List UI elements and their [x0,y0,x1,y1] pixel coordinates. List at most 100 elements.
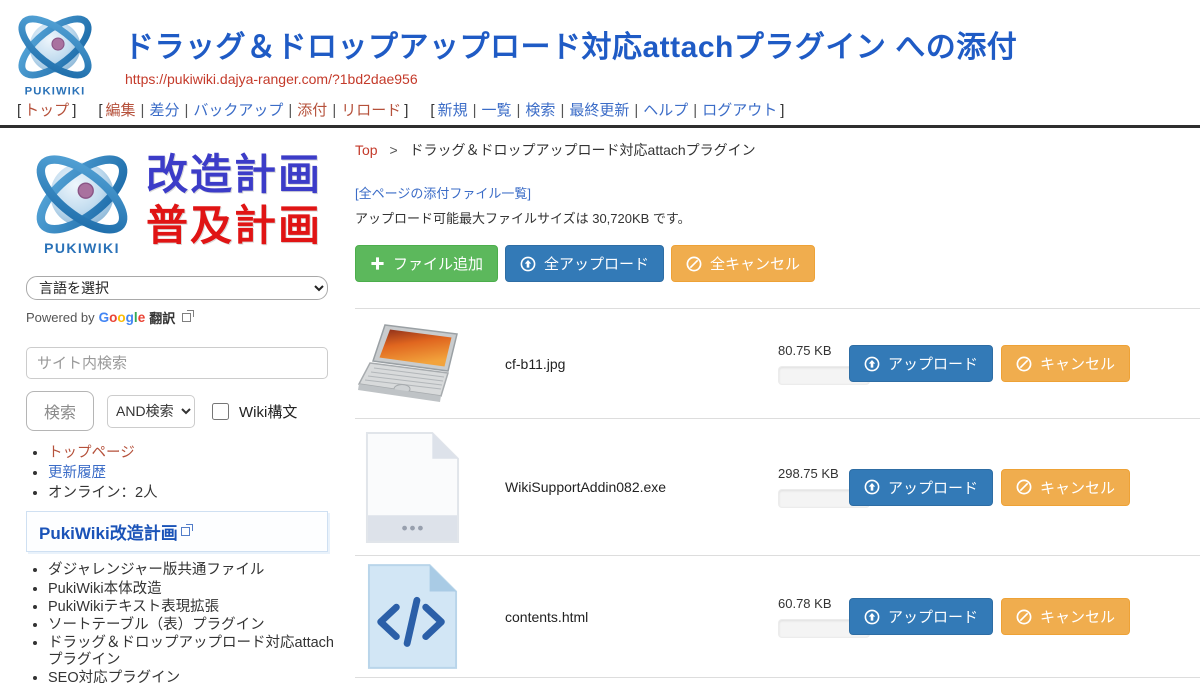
nav-group-site: [新規|一覧|検索|最終更新|ヘルプ|ログアウト] [427,102,787,119]
logo-line-fukyu: 普及計画 [146,200,322,251]
nav-item-list[interactable]: 一覧 [482,102,512,119]
file-row: contents.html 60.78 KB アップロード キャンセル [355,556,1200,678]
main-content: Top > ドラッグ＆ドロップアップロード対応attachプラグイン [全ページ… [345,128,1200,678]
pukiwiki-logo-icon[interactable]: PUKIWIKI [10,5,100,98]
max-upload-size-text: アップロード可能最大ファイルサイズは 30,720KB です。 [355,208,1200,227]
add-files-button[interactable]: ファイル追加 [355,245,498,282]
upload-button[interactable]: アップロード [849,469,993,506]
upload-button[interactable]: アップロード [849,345,993,382]
upload-circle-icon [520,256,536,272]
sidebar-item-dnd-attach[interactable]: ドラッグ＆ドロップアップロード対応attachプラグイン [48,635,334,667]
sidebar-item-text-ext[interactable]: PukiWikiテキスト表現拡張 [48,599,219,615]
breadcrumb-home[interactable]: Top [355,142,378,158]
cancel-button-label: キャンセル [1040,606,1115,627]
breadcrumb: Top > ドラッグ＆ドロップアップロード対応attachプラグイン [355,140,1200,160]
nav-item-logout[interactable]: ログアウト [702,102,777,119]
sidebar-item-common-files[interactable]: ダジャレンジャー版共通ファイル [48,562,264,578]
sidebar-logo[interactable]: PUKIWIKI 改造計画 普及計画 [26,142,345,258]
laptop-photo-thumbnail [357,323,469,405]
sidebar-plugin-links: ダジャレンジャー版共通ファイル PukiWiki本体改造 PukiWikiテキス… [26,562,338,686]
nav-separator: | [141,102,145,119]
file-row: cf-b11.jpg 80.75 KB アップロード キャンセル [355,309,1200,419]
nav-group-page: [編集|差分|バックアップ|添付|リロード] [95,102,411,119]
file-row: WikiSupportAddin082.exe 298.75 KB アップロード… [355,419,1200,556]
file-name: WikiSupportAddin082.exe [470,479,778,495]
nav-item-attach[interactable]: 添付 [297,102,327,119]
cancel-button[interactable]: キャンセル [1001,345,1130,382]
pukiwiki-atom-icon: PUKIWIKI [26,142,138,258]
nav-item-top[interactable]: トップ [24,102,69,119]
cancel-button[interactable]: キャンセル [1001,598,1130,635]
translate-link[interactable]: 翻訳 [149,308,175,327]
google-translate-credit: Powered by Google 翻訳 [26,308,345,327]
nav-item-diff[interactable]: 差分 [149,102,179,119]
page-url-link[interactable]: https://pukiwiki.dajya-ranger.com/?1bd2d… [125,71,418,87]
nav-item-edit[interactable]: 編集 [106,102,136,119]
list-item: ドラッグ＆ドロップアップロード対応attachプラグイン [48,635,338,667]
sidebar-logo-text: 改造計画 普及計画 [146,149,322,251]
upload-circle-icon [864,356,880,372]
list-item: オンライン：2人 [48,485,345,502]
search-button[interactable]: 検索 [26,391,94,431]
nav-item-help[interactable]: ヘルプ [643,102,688,119]
section-title-text: PukiWiki改造計画 [39,519,178,544]
upload-button-label: アップロード [888,477,978,498]
nav-group-top: [トップ] [14,102,79,119]
generic-file-icon [363,429,462,546]
nav-separator: | [332,102,336,119]
upload-file-list: cf-b11.jpg 80.75 KB アップロード キャンセル [355,308,1200,678]
language-select[interactable]: 言語を選択 [26,276,328,300]
upload-all-button[interactable]: 全アップロード [505,245,664,282]
upload-toolbar: ファイル追加 全アップロード 全キャンセル [355,245,1200,282]
ban-circle-icon [686,256,702,272]
sidebar-item-core-mod[interactable]: PukiWiki本体改造 [48,581,162,597]
file-size: 298.75 KB [778,466,839,481]
file-size: 60.78 KB [778,596,832,611]
all-attachments-link[interactable]: [全ページの添付ファイル一覧] [355,183,531,202]
upload-button-label: アップロード [888,606,978,627]
wiki-syntax-checkbox[interactable] [212,403,229,420]
top-navigation: [トップ][編集|差分|バックアップ|添付|リロード][新規|一覧|検索|最終更… [0,97,1200,125]
ban-circle-icon [1016,356,1032,372]
logo-wordmark: PUKIWIKI [25,85,86,97]
sidebar-item-history[interactable]: 更新履歴 [48,465,106,481]
list-item: PukiWikiテキスト表現拡張 [48,599,338,615]
site-search-input[interactable] [26,347,328,379]
plus-icon [370,256,385,271]
search-mode-select[interactable]: AND検索 [107,395,195,428]
nav-bracket: [ [98,102,102,119]
sidebar-section-title[interactable]: PukiWiki改造計画 [26,511,328,552]
cancel-button-label: キャンセル [1040,477,1115,498]
nav-bracket: ] [72,102,76,119]
nav-item-search[interactable]: 検索 [525,102,555,119]
nav-item-new[interactable]: 新規 [438,102,468,119]
upload-circle-icon [864,609,880,625]
sidebar-item-sort-table[interactable]: ソートテーブル（表）プラグイン [48,617,265,633]
nav-separator: | [560,102,564,119]
nav-separator: | [288,102,292,119]
cancel-button[interactable]: キャンセル [1001,469,1130,506]
sidebar-item-seo[interactable]: SEO対応プラグイン [48,670,180,686]
ban-circle-icon [1016,479,1032,495]
nav-item-reload[interactable]: リロード [341,102,401,119]
online-status: オンライン：2人 [48,485,158,501]
nav-separator: | [634,102,638,119]
nav-item-recent[interactable]: 最終更新 [569,102,629,119]
nav-bracket: [ [17,102,21,119]
sidebar-item-toppage[interactable]: トップページ [48,445,135,461]
nav-bracket: ] [404,102,408,119]
file-size: 80.75 KB [778,343,832,358]
list-item: ダジャレンジャー版共通ファイル [48,562,338,578]
site-header: PUKIWIKI ドラッグ＆ドロップアップロード対応attachプラグイン への… [0,0,1200,97]
cancel-all-button[interactable]: 全キャンセル [671,245,815,282]
sidebar: PUKIWIKI 改造計画 普及計画 言語を選択 Powered by Goog… [0,128,345,688]
powered-by-label: Powered by [26,310,95,325]
external-link-icon [181,527,190,536]
ban-circle-icon [1016,609,1032,625]
nav-item-backup[interactable]: バックアップ [193,102,283,119]
upload-button-label: アップロード [888,353,978,374]
cancel-all-label: 全キャンセル [710,253,800,274]
upload-all-label: 全アップロード [544,253,649,274]
list-item: 更新履歴 [48,465,345,482]
upload-button[interactable]: アップロード [849,598,993,635]
